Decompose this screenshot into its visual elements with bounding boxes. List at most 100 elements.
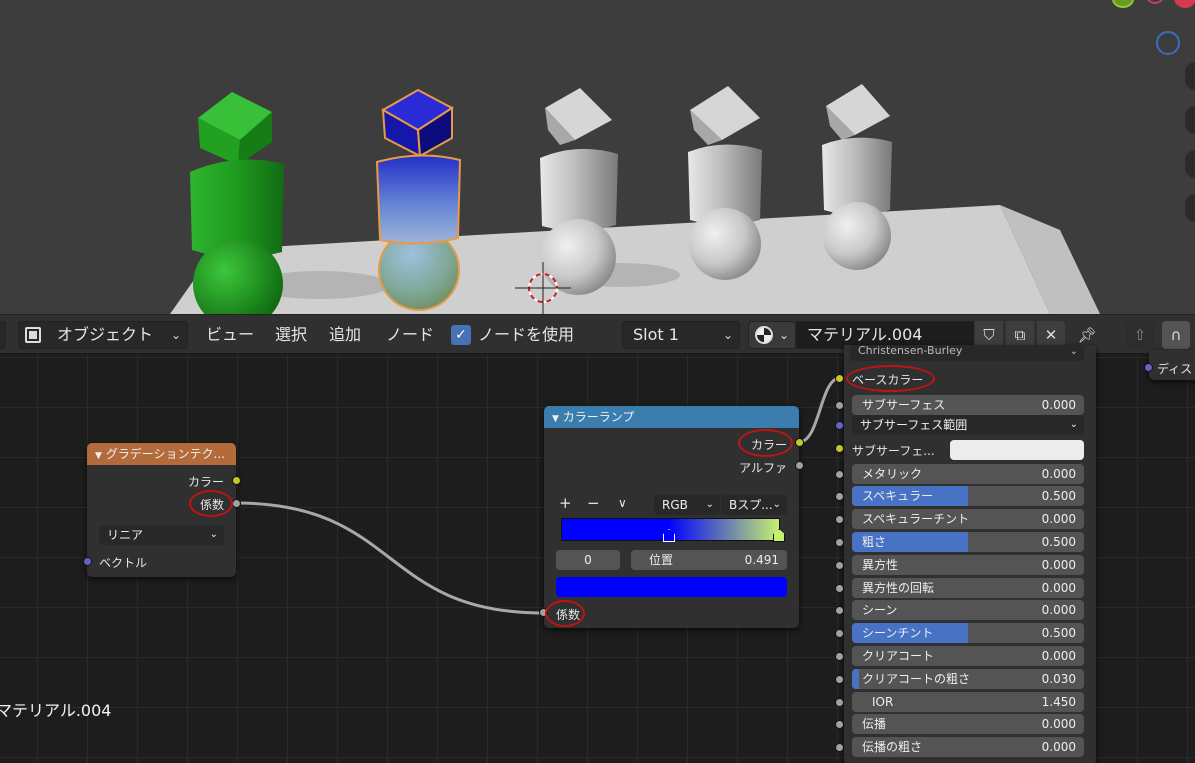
collapse-arrow-icon[interactable]: ▼ xyxy=(552,414,559,424)
bsdf-field-value: 0.000 xyxy=(1041,512,1076,527)
bsdf-field-label: サブサーフェス xyxy=(862,398,946,412)
bsdf-field-9[interactable]: クリアコート 0.000 xyxy=(852,646,1084,666)
menu-view[interactable]: ビュー xyxy=(206,321,254,349)
gizmo-neg-y-axis-icon[interactable] xyxy=(1156,31,1180,55)
bsdf-field-label: シーンチント xyxy=(862,626,934,641)
ramp-stop-index-field[interactable]: 0 xyxy=(556,550,620,570)
ramp-position-field[interactable]: 位置 0.491 xyxy=(631,550,787,570)
bsdf-field-12[interactable]: 伝播 0.000 xyxy=(852,714,1084,735)
bsdf-field-5[interactable]: 異方性 0.000 xyxy=(852,554,1084,575)
subsurface-method-dropdown[interactable]: Christensen-Burley ⌄ xyxy=(850,345,1084,361)
gradient-out-color-socket[interactable] xyxy=(232,476,241,485)
bsdf-field-13[interactable]: 伝播の粗さ 0.000 xyxy=(852,737,1084,758)
bsdf-input-socket[interactable] xyxy=(835,469,844,479)
ramp-interp-dropdown[interactable]: Bスプ... ⌄ xyxy=(721,495,787,515)
collapse-arrow-icon[interactable]: ▼ xyxy=(95,451,102,461)
bsdf-input-socket[interactable] xyxy=(835,697,844,707)
ramp-color-mode-value: RGB xyxy=(662,498,688,512)
chevron-down-icon: ⌄ xyxy=(209,529,218,540)
bsdf-field-4[interactable]: 粗さ 0.500 xyxy=(852,532,1084,552)
ramp-add-stop-button[interactable]: + xyxy=(559,494,572,512)
subsurface-color-swatch[interactable] xyxy=(950,440,1084,460)
snap-magnet-icon[interactable]: ∩ xyxy=(1162,321,1190,349)
viewport-pan-button[interactable] xyxy=(1185,106,1195,134)
chevron-down-icon: ⌄ xyxy=(705,499,714,510)
object-mode-label: オブジェクト xyxy=(57,325,154,344)
bsdf-field-value: 1.450 xyxy=(1041,694,1076,709)
gradient-node-header[interactable]: ▼ グラデーションテク... xyxy=(87,443,236,465)
bsdf-field-10[interactable]: クリアコートの粗さ 0.030 xyxy=(852,668,1084,689)
subsurface-method-value: Christensen-Burley xyxy=(858,345,963,357)
bsdf-input-socket[interactable] xyxy=(835,674,844,684)
gradient-out-fac-socket[interactable] xyxy=(232,499,241,508)
node-editor-canvas[interactable]: ▼ グラデーションテク... カラー 係数 リニア ⌄ ベクトル ▼ カラーラン… xyxy=(0,345,1195,763)
bsdf-input-socket[interactable] xyxy=(835,560,844,570)
use-nodes-label[interactable]: ノードを使用 xyxy=(478,321,574,349)
bsdf-input-socket[interactable] xyxy=(835,583,844,593)
bsdf-field-11[interactable]: IOR 1.450 xyxy=(852,691,1084,712)
menu-node[interactable]: ノード xyxy=(386,321,434,349)
color-ramp-header[interactable]: ▼ カラーランプ xyxy=(544,406,799,428)
bsdf-input-socket[interactable] xyxy=(835,652,844,661)
object-mode-inner-icon xyxy=(29,331,37,339)
menu-select[interactable]: 選択 xyxy=(275,321,307,349)
ramp-out-alpha-socket[interactable] xyxy=(795,461,804,470)
principled-bsdf-node[interactable]: Christensen-Burley ⌄ ベースカラー サブサーフェス範囲 ⌄ … xyxy=(844,345,1096,763)
bsdf-field-0[interactable]: サブサーフェス 0.000 xyxy=(852,395,1084,415)
ramp-menu-button[interactable]: ∨ xyxy=(618,496,627,510)
ramp-position-label: 位置 xyxy=(649,553,674,567)
bsdf-input-socket[interactable] xyxy=(835,401,844,410)
viewport-camera-button[interactable] xyxy=(1185,150,1195,178)
bsdf-base-color-socket[interactable] xyxy=(835,374,844,383)
bsdf-field-6[interactable]: 異方性の回転 0.000 xyxy=(852,577,1084,598)
bsdf-field-fill xyxy=(852,668,859,689)
gradient-in-vector-socket[interactable] xyxy=(83,557,92,566)
object-mode-dropdown[interactable]: オブジェクト ⌄ xyxy=(18,321,188,349)
bsdf-field-label: クリアコートの粗さ xyxy=(862,671,971,686)
bsdf-field-1[interactable]: メタリック 0.000 xyxy=(852,463,1084,484)
bsdf-subsurface-radius-socket[interactable] xyxy=(835,421,844,430)
bsdf-input-socket[interactable] xyxy=(835,538,844,547)
slot-dropdown[interactable]: Slot 1 ⌄ xyxy=(622,321,740,349)
editor-type-button[interactable] xyxy=(0,321,6,349)
ramp-remove-stop-button[interactable]: − xyxy=(587,494,600,512)
color-ramp-title: カラーランプ xyxy=(562,410,635,424)
annotation-ring-ramp-fac xyxy=(545,600,585,627)
viewport-zoom-button[interactable] xyxy=(1185,62,1195,90)
subsurface-radius-label: サブサーフェス範囲 xyxy=(860,418,968,432)
bsdf-field-value: 0.000 xyxy=(1041,466,1076,481)
bsdf-field-label: 異方性 xyxy=(862,557,899,572)
bsdf-field-value: 0.500 xyxy=(1041,535,1076,549)
annotation-ring-ramp-color xyxy=(738,429,793,457)
ramp-stop-index-value: 0 xyxy=(584,553,592,567)
ramp-color-mode-dropdown[interactable]: RGB ⌄ xyxy=(654,495,720,515)
3d-viewport[interactable] xyxy=(0,0,1195,314)
bsdf-subsurface-color-socket[interactable] xyxy=(835,444,844,453)
ramp-out-color-socket[interactable] xyxy=(795,438,804,447)
material-sphere-icon xyxy=(755,326,773,344)
parent-node-tree-icon[interactable]: ⇧ xyxy=(1126,321,1154,349)
bsdf-field-2[interactable]: スペキュラー 0.500 xyxy=(852,486,1084,507)
bsdf-field-value: 0.500 xyxy=(1041,626,1076,641)
bsdf-field-label: メタリック xyxy=(862,466,923,481)
subsurface-radius-dropdown[interactable]: サブサーフェス範囲 ⌄ xyxy=(852,415,1084,435)
bsdf-field-label: IOR xyxy=(872,694,894,709)
bsdf-field-label: クリアコート xyxy=(862,649,935,663)
output-displacement-label: ディス xyxy=(1157,362,1193,376)
bsdf-field-value: 0.500 xyxy=(1041,489,1076,504)
gradient-type-dropdown[interactable]: リニア ⌄ xyxy=(99,525,224,545)
material-output-node[interactable]: ディス xyxy=(1149,350,1195,380)
bsdf-field-7[interactable]: シーン 0.000 xyxy=(852,600,1084,621)
bsdf-field-8[interactable]: シーンチント 0.500 xyxy=(852,623,1084,644)
bsdf-field-value: 0.000 xyxy=(1041,557,1076,572)
chevron-down-icon: ⌄ xyxy=(1069,419,1078,430)
output-displacement-socket[interactable] xyxy=(1144,363,1153,372)
menu-add[interactable]: 追加 xyxy=(329,321,361,349)
viewport-ortho-button[interactable] xyxy=(1185,194,1195,222)
subsurface-color-label: サブサーフェ... xyxy=(852,444,935,458)
material-browse-button[interactable]: ⌄ xyxy=(748,321,796,349)
ramp-active-color-swatch[interactable] xyxy=(556,577,787,597)
bsdf-field-value: 0.000 xyxy=(1041,740,1076,755)
use-nodes-checkbox[interactable]: ✓ xyxy=(451,325,471,345)
bsdf-field-3[interactable]: スペキュラーチント 0.000 xyxy=(852,509,1084,530)
